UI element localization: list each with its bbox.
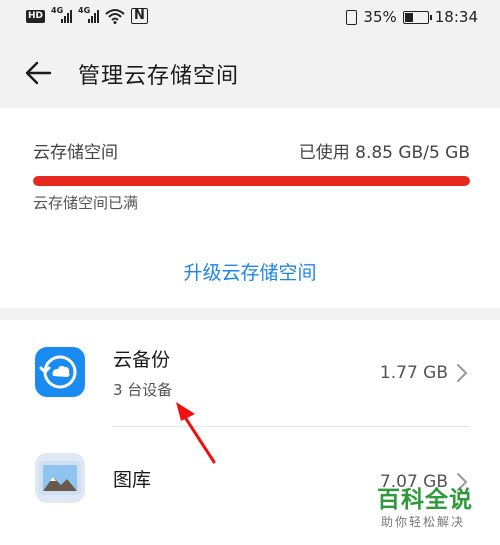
storage-used-text: 已使用 8.85 GB/5 GB	[298, 143, 470, 163]
status-right: 35% 18:34	[346, 8, 478, 26]
gallery-icon	[35, 453, 85, 503]
clock: 18:34	[434, 8, 478, 26]
list-item-cloud-backup[interactable]: 云备份 3 台设备 1.77 GB	[0, 320, 500, 425]
upgrade-storage-button[interactable]: 升级云存储空间	[0, 258, 500, 285]
watermark-logo: 百科全说	[377, 487, 473, 513]
item-subtitle: 3 台设备	[113, 381, 173, 399]
item-title: 云备份	[113, 349, 171, 371]
cloud-backup-icon	[35, 347, 85, 397]
battery-icon	[402, 10, 432, 24]
hd-icon: HD	[26, 9, 46, 23]
status-bar: HD 4G 4G N 35% 18:34	[0, 0, 500, 36]
nfc-icon: N	[131, 8, 148, 24]
item-title: 图库	[113, 469, 152, 491]
app-header: 管理云存储空间	[0, 36, 500, 108]
divider	[112, 426, 470, 427]
arrow-left-icon[interactable]	[24, 59, 52, 87]
signal-icon: 4G	[51, 6, 73, 23]
network-type-label-2: 4G	[78, 6, 91, 15]
watermark-tagline: 助你轻松解决	[381, 515, 466, 529]
battery-percent: 35%	[363, 8, 397, 26]
storage-card: 云存储空间 已使用 8.85 GB/5 GB 云存储空间已满 升级云存储空间	[0, 108, 500, 308]
status-left: HD 4G 4G N	[26, 6, 148, 24]
storage-full-note: 云存储空间已满	[33, 194, 139, 212]
storage-progress-fill	[33, 176, 470, 186]
network-type-label: 4G	[51, 6, 64, 15]
watermark: 百科全说 助你轻松解决	[377, 486, 493, 530]
signal-icon-2: 4G	[78, 6, 100, 23]
wifi-icon	[105, 9, 125, 24]
item-size: 1.77 GB	[379, 363, 448, 383]
storage-label: 云存储空间	[33, 143, 118, 163]
page-title: 管理云存储空间	[78, 64, 240, 89]
storage-progress-bar	[33, 176, 470, 186]
vibrate-icon	[346, 9, 358, 25]
chevron-right-icon	[457, 364, 468, 382]
